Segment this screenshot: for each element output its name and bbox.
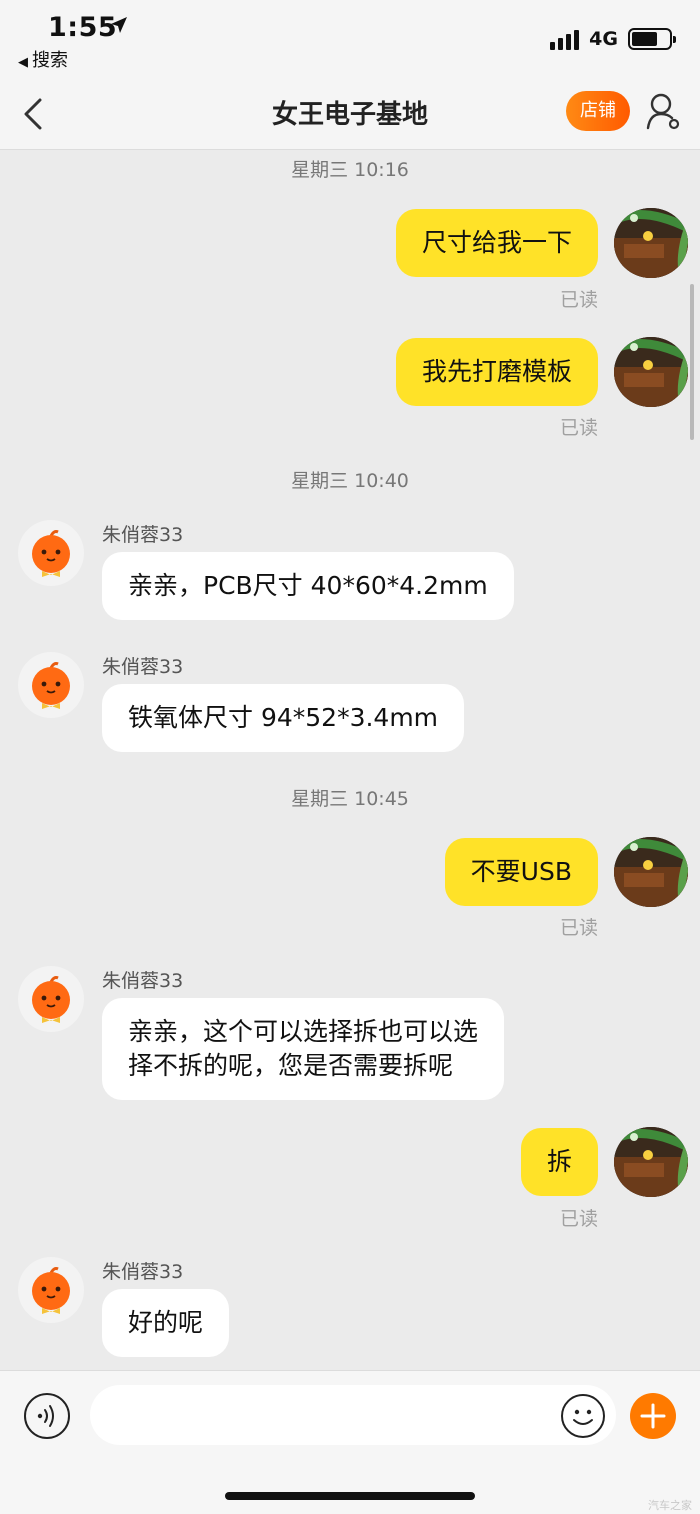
more-button[interactable] [630, 1393, 676, 1439]
signal-icon [550, 28, 580, 50]
watermark: 汽车之家 [648, 1499, 692, 1512]
read-status: 已读 [559, 1208, 598, 1230]
scrollbar[interactable] [690, 284, 694, 440]
emoji-icon [573, 1409, 593, 1425]
incoming-message[interactable]: 铁氧体尺寸 94*52*3.4mm [102, 684, 465, 752]
shop-button[interactable]: 店铺 [566, 91, 630, 131]
read-status: 已读 [559, 917, 598, 939]
home-indicator[interactable] [225, 1492, 475, 1500]
shop-avatar[interactable] [18, 652, 84, 718]
back-app-label: 搜索 [32, 50, 68, 71]
status-time: 1:55 [48, 12, 118, 43]
avatar-image [614, 337, 688, 407]
timestamp: 星期三 10:16 [291, 159, 409, 181]
read-status: 已读 [559, 289, 598, 311]
sender-name: 朱俏蓉33 [102, 1261, 184, 1283]
avatar-image [32, 1267, 70, 1314]
self-avatar[interactable] [614, 1127, 688, 1197]
status-bar: 1:55 ◀ 搜索 4G [0, 0, 700, 80]
back-to-app-link[interactable]: ◀ 搜索 [18, 46, 68, 72]
emoji-button[interactable] [561, 1394, 605, 1438]
battery-icon [628, 28, 676, 50]
outgoing-message[interactable]: 尺寸给我一下 [395, 209, 598, 277]
shop-avatar[interactable] [18, 1257, 84, 1323]
back-triangle-icon: ◀ [18, 55, 28, 70]
outgoing-message[interactable]: 拆 [520, 1128, 598, 1196]
read-status: 已读 [559, 417, 598, 439]
user-settings-icon[interactable] [646, 92, 682, 132]
outgoing-message[interactable]: 我先打磨模板 [395, 338, 598, 406]
plus-icon [640, 1403, 666, 1429]
shop-avatar[interactable] [18, 966, 84, 1032]
avatar-image [32, 662, 70, 709]
sender-name: 朱俏蓉33 [102, 524, 184, 546]
avatar-image [32, 530, 70, 577]
status-indicators: 4G [550, 28, 676, 50]
self-avatar[interactable] [614, 337, 688, 407]
sender-name: 朱俏蓉33 [102, 656, 184, 678]
message-input[interactable] [90, 1385, 616, 1445]
nav-bar: 女王电子基地 店铺 [0, 80, 700, 150]
message-line: 亲亲，这个可以选择拆也可以选 [128, 1017, 479, 1046]
self-avatar[interactable] [614, 208, 688, 278]
incoming-message[interactable]: 亲亲，这个可以选择拆也可以选 择不拆的呢，您是否需要拆呢 [102, 998, 505, 1100]
avatar-image [614, 837, 688, 907]
avatar-image [614, 1127, 688, 1197]
location-arrow-icon [111, 17, 127, 33]
voice-icon [37, 1405, 54, 1427]
outgoing-message[interactable]: 不要USB [444, 838, 598, 906]
sender-name: 朱俏蓉33 [102, 970, 184, 992]
voice-button[interactable] [24, 1393, 70, 1439]
network-type: 4G [589, 28, 618, 50]
timestamp: 星期三 10:45 [291, 788, 409, 810]
avatar-image [32, 976, 70, 1023]
shop-avatar[interactable] [18, 520, 84, 586]
message-line: 择不拆的呢，您是否需要拆呢 [128, 1051, 454, 1080]
avatar-image [614, 208, 688, 278]
incoming-message[interactable]: 亲亲，PCB尺寸 40*60*4.2mm [102, 552, 514, 620]
self-avatar[interactable] [614, 837, 688, 907]
timestamp: 星期三 10:40 [291, 470, 409, 492]
incoming-message[interactable]: 好的呢 [102, 1289, 230, 1357]
